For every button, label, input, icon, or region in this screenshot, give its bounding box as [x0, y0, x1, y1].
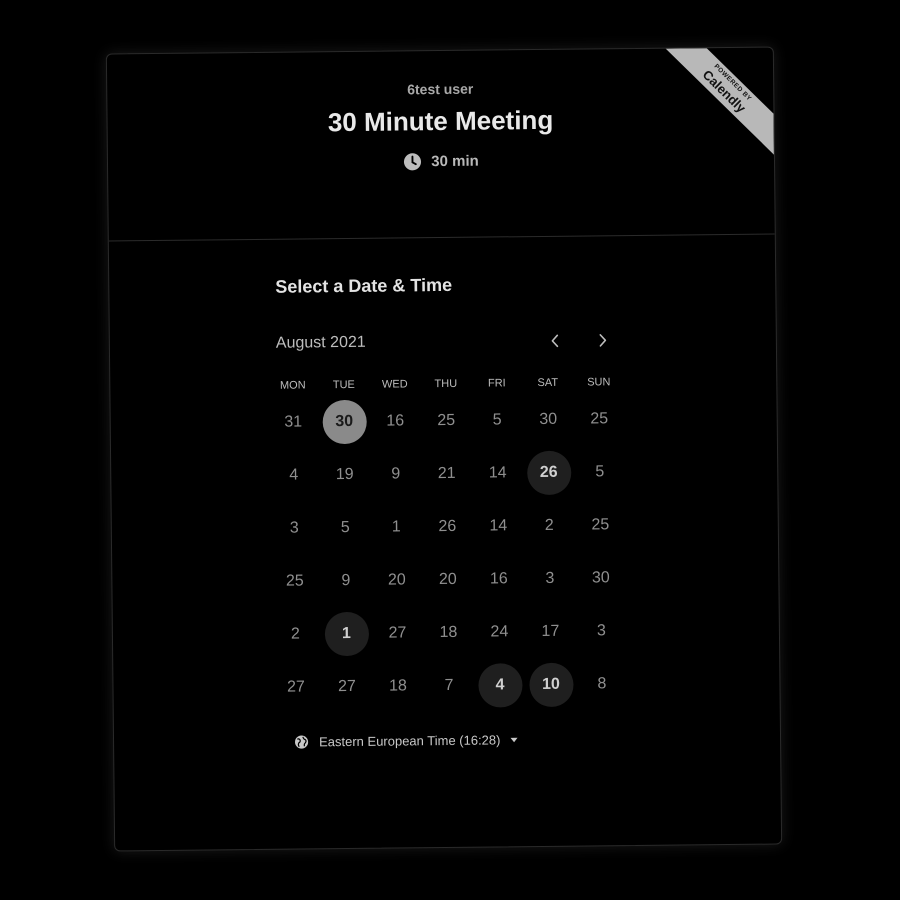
- calendar-day: 14: [488, 463, 507, 482]
- calendar-week: 25 9 20 20 16 3 30: [269, 551, 627, 608]
- calendar-week: 2 1 27 18 24 17 3: [270, 604, 628, 661]
- weekday-header-row: MON TUE WED THU FRI SAT SUN: [267, 372, 624, 396]
- calendar-day: 14: [489, 516, 508, 535]
- weekday-label: FRI: [487, 377, 506, 390]
- calendar-day: 27: [337, 677, 356, 695]
- calendar-day: 30: [591, 568, 610, 586]
- calendar-day-selected[interactable]: 30: [321, 399, 367, 444]
- calendar-day-available[interactable]: 10: [528, 662, 574, 707]
- calendar-day: 16: [489, 569, 508, 588]
- calendar-week: 31 30 16 25 5 30 25: [267, 392, 625, 449]
- calendar-week: 3 5 1 26 14 2 25: [269, 498, 627, 555]
- calendar-day: 3: [289, 519, 299, 537]
- calendar-day: 16: [386, 411, 405, 430]
- calendar-day: 18: [439, 623, 458, 641]
- globe-icon: [294, 735, 309, 749]
- calendar-grid: MON TUE WED THU FRI SAT SUN 31 30 16 25 …: [267, 372, 628, 714]
- calendar-day: 20: [438, 570, 457, 588]
- chevron-right-icon: [599, 334, 607, 347]
- calendar-day: 2: [290, 625, 300, 643]
- calendar-day: 20: [387, 570, 406, 589]
- calendar-day: 7: [444, 676, 454, 694]
- next-month-button[interactable]: [592, 329, 614, 351]
- calendar-day: 5: [492, 410, 502, 428]
- calendar-day: 19: [335, 465, 354, 483]
- calendar-day: 2: [544, 516, 554, 534]
- calendar-day: 17: [541, 622, 560, 640]
- weekday-label: MON: [279, 379, 306, 392]
- calendar-day: 27: [388, 623, 407, 642]
- weekday-label: SAT: [537, 376, 559, 390]
- calendar-week: 4 19 9 21 14 26 5: [268, 445, 626, 502]
- calendar-day: 18: [388, 676, 407, 695]
- calendar-day: 5: [595, 462, 605, 480]
- timezone-label: Eastern European Time (16:28): [318, 732, 501, 750]
- booking-card: POWERED BY Calendly 6test user 30 Minute…: [105, 46, 783, 852]
- chevron-left-icon: [551, 334, 559, 348]
- calendar-day: 3: [545, 569, 555, 587]
- weekday-label: THU: [434, 377, 458, 391]
- calendar-day-available[interactable]: 1: [324, 611, 369, 656]
- month-navigation: August 2021: [276, 329, 616, 355]
- calendar-day: 26: [438, 517, 457, 535]
- calendar-day: 1: [391, 517, 401, 536]
- powered-by-ribbon[interactable]: POWERED BY Calendly: [662, 47, 774, 159]
- calendar-day: 27: [286, 677, 305, 696]
- calendar-day: 31: [284, 412, 303, 431]
- calendar-day: 25: [590, 409, 609, 427]
- calendar-day: 4: [289, 466, 299, 484]
- month-label: August 2021: [275, 333, 366, 352]
- calendar-week: 27 27 18 7 4 10 8: [270, 657, 628, 714]
- calendar-day: 24: [490, 622, 509, 641]
- calendar-day: 8: [597, 674, 607, 692]
- calendar-day: 21: [437, 464, 456, 482]
- calendar-day: 25: [437, 411, 456, 429]
- calendar-day: 30: [539, 410, 558, 428]
- calendar-day: 9: [341, 571, 351, 589]
- picker-heading: Select a Date & Time: [275, 274, 453, 297]
- calendar-day: 25: [285, 571, 304, 590]
- weekday-label: TUE: [332, 378, 355, 392]
- month-nav-buttons: [544, 329, 614, 352]
- previous-month-button[interactable]: [544, 330, 566, 352]
- calendar-day: 3: [596, 621, 606, 639]
- weekday-label: WED: [381, 378, 408, 391]
- caret-down-icon: [510, 737, 518, 742]
- ribbon-banner[interactable]: POWERED BY Calendly: [662, 47, 774, 155]
- calendar-day: 25: [591, 515, 610, 533]
- calendar-day-available[interactable]: 26: [526, 450, 571, 495]
- duration-label: 30 min: [431, 152, 479, 171]
- calendar-day: 9: [391, 464, 401, 483]
- calendar-day: 5: [340, 518, 350, 536]
- clock-icon: [404, 153, 422, 171]
- timezone-selector[interactable]: Eastern European Time (16:28): [294, 732, 519, 749]
- calendar-day-available[interactable]: 4: [477, 662, 523, 708]
- weekday-label: SUN: [587, 376, 611, 389]
